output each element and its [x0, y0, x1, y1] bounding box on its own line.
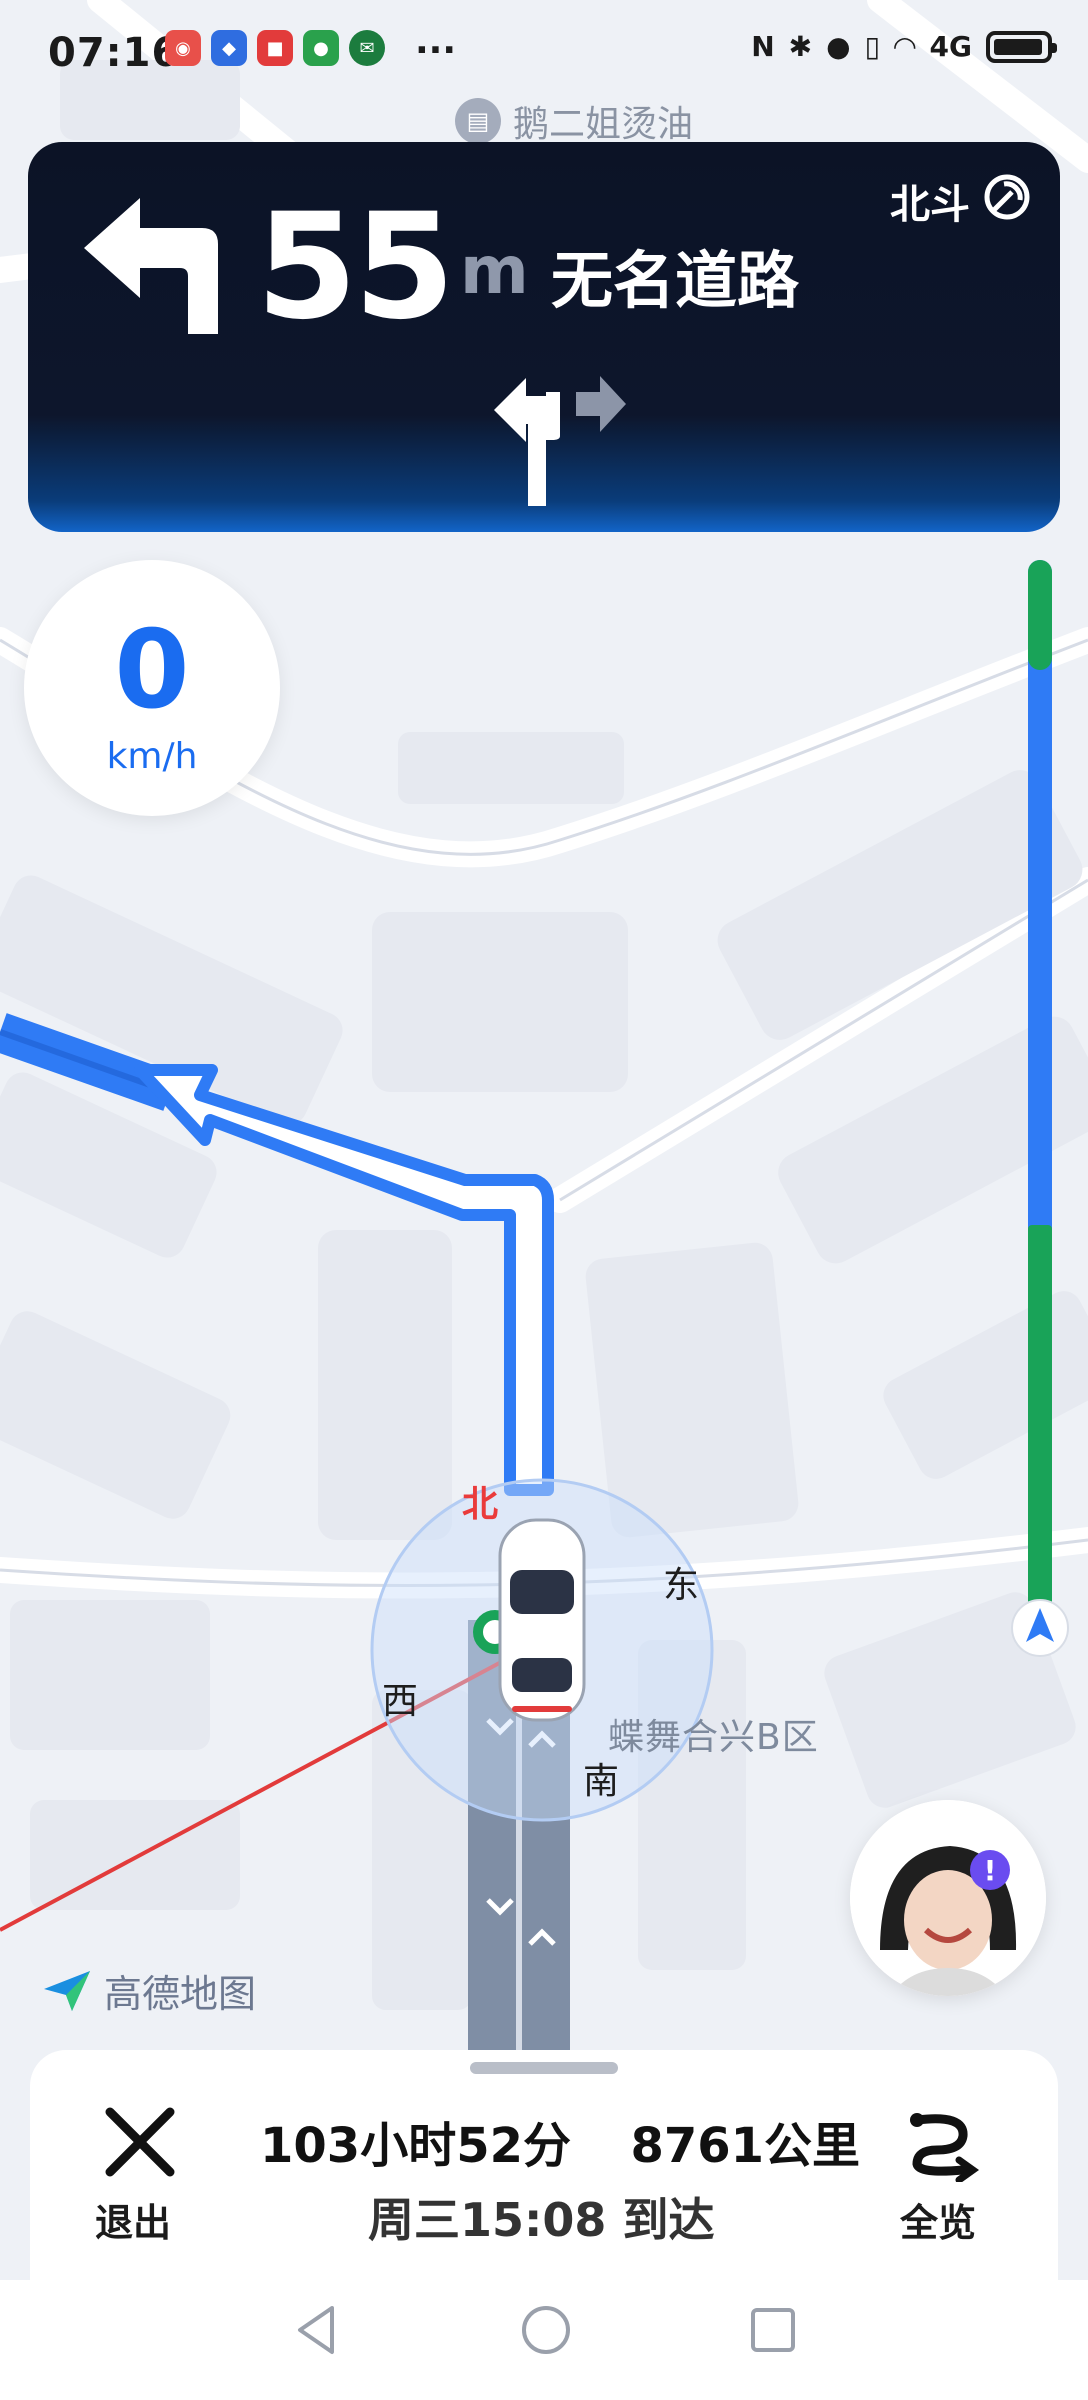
distance-unit: m	[460, 232, 529, 309]
home-icon[interactable]	[518, 2302, 574, 2358]
bluetooth-icon: ✱	[788, 30, 813, 63]
notification-icons: ◉ ◆ ■ ● ✉	[165, 30, 385, 66]
gnss-label: 北斗	[890, 182, 970, 228]
poi-label: 鹅二姐烫油	[513, 104, 694, 145]
weibo-icon: ◉	[165, 30, 201, 66]
speedometer: 0 km/h	[24, 560, 280, 816]
lane-guidance-icon	[494, 376, 626, 506]
trip-duration: 103小时52分	[260, 2118, 571, 2174]
amap-logo-icon	[44, 1970, 90, 2011]
trip-panel[interactable]: 退出 103小时52分 8761公里 周三15:08 到达 全览	[30, 2050, 1058, 2280]
guidance-card[interactable]: 55 m 无名道路 北斗	[28, 142, 1060, 532]
system-navigation-bar	[0, 2280, 1088, 2400]
speed-unit: km/h	[106, 736, 198, 777]
arrival-time: 周三15:08 到达	[368, 2193, 715, 2247]
speed-value: 0	[114, 608, 190, 733]
amap-logo: 高德地图	[42, 1963, 256, 2018]
wifi-icon: ◠	[893, 30, 916, 63]
app-icon: ◆	[211, 30, 247, 66]
mobile-icon: ●	[303, 30, 339, 66]
trip-distance: 8761公里	[630, 2118, 861, 2174]
recents-icon[interactable]	[745, 2302, 801, 2358]
chat-icon: ✉	[349, 30, 385, 66]
svg-text:!: !	[984, 1854, 997, 1887]
poi-marker[interactable]: ▤ 鹅二姐烫油	[455, 95, 693, 147]
network-label: 4G	[929, 30, 972, 63]
battery-icon	[986, 30, 1057, 63]
exit-button[interactable]: 退出	[95, 2192, 171, 2247]
avatar-face-icon: !	[850, 1800, 1046, 1996]
voice-assistant-avatar[interactable]: !	[850, 1800, 1046, 1996]
area-label: 蝶舞合兴B区	[608, 1717, 819, 1758]
trip-summary: 103小时52分 8761公里	[260, 2106, 860, 2176]
turn-distance: 55	[256, 182, 455, 352]
shopping-icon: ■	[257, 30, 293, 66]
turn-left-icon	[84, 198, 218, 334]
next-road-name: 无名道路	[551, 244, 800, 317]
satellite-icon	[984, 174, 1030, 220]
overview-button[interactable]: 全览	[900, 2192, 976, 2247]
compass-east: 东	[663, 1565, 700, 1606]
status-bar: 07:16 ◉ ◆ ■ ● ✉ ··· N ✱ ● ▯ ◠ 4G	[0, 0, 1088, 110]
status-time: 07:16	[48, 30, 181, 76]
location-icon: ●	[826, 30, 851, 63]
more-notifications: ···	[415, 30, 457, 71]
close-icon[interactable]	[100, 2102, 180, 2182]
route-overview-icon[interactable]	[903, 2102, 983, 2182]
compass-north: 北	[462, 1484, 499, 1525]
logo-text: 高德地图	[104, 1972, 257, 2016]
compass-west: 西	[382, 1681, 419, 1722]
back-icon[interactable]	[292, 2300, 342, 2360]
vibrate-icon: ▯	[864, 30, 880, 63]
store-icon: ▤	[455, 98, 501, 144]
nfc-icon: N	[751, 30, 775, 63]
drag-handle[interactable]	[470, 2062, 618, 2074]
system-status: N ✱ ● ▯ ◠ 4G	[751, 30, 1057, 63]
